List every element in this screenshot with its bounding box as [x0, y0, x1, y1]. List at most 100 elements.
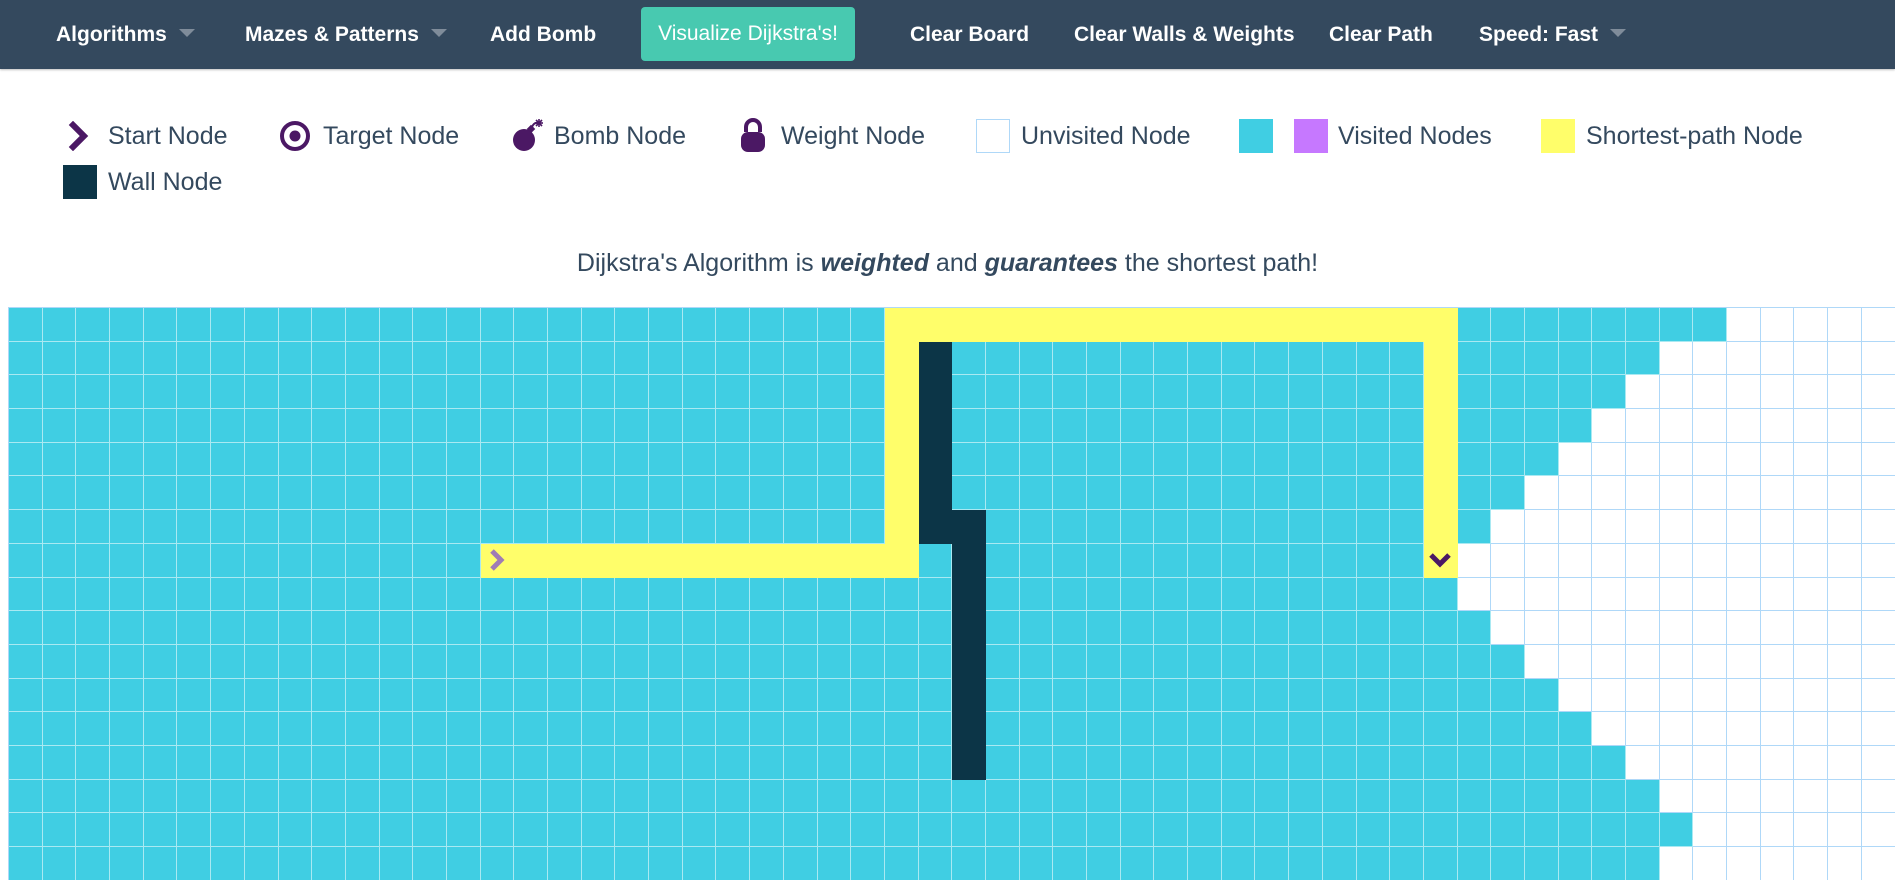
shortest-path-node[interactable]	[884, 375, 919, 410]
visited-node[interactable]	[1592, 779, 1626, 814]
wall-node[interactable]	[918, 510, 953, 544]
visited-node[interactable]	[413, 577, 447, 612]
visited-node[interactable]	[750, 712, 784, 746]
visited-node[interactable]	[851, 409, 885, 443]
grid-cell[interactable]	[1659, 712, 1694, 746]
visited-node[interactable]	[1120, 644, 1155, 679]
visited-node[interactable]	[716, 476, 751, 511]
visited-node[interactable]	[716, 308, 751, 342]
visited-node[interactable]	[1390, 611, 1424, 645]
visited-node[interactable]	[312, 644, 346, 679]
visited-node[interactable]	[379, 476, 414, 511]
visited-node[interactable]	[211, 341, 245, 376]
visited-node[interactable]	[110, 678, 144, 713]
visited-node[interactable]	[345, 611, 380, 645]
visited-node[interactable]	[783, 813, 818, 847]
visited-node[interactable]	[750, 577, 784, 612]
visited-node[interactable]	[817, 847, 852, 880]
visited-node[interactable]	[42, 577, 77, 612]
grid-cell[interactable]	[1794, 442, 1829, 477]
visited-node[interactable]	[1659, 813, 1694, 847]
visited-node[interactable]	[9, 779, 43, 814]
visited-node[interactable]	[446, 577, 481, 612]
grid-cell[interactable]	[1592, 577, 1626, 612]
clear-path-button[interactable]: Clear Path	[1329, 0, 1433, 69]
shortest-path-node[interactable]	[851, 543, 885, 578]
visited-node[interactable]	[1626, 341, 1660, 376]
visited-node[interactable]	[1053, 745, 1087, 780]
visited-node[interactable]	[581, 375, 616, 410]
visited-node[interactable]	[649, 712, 683, 746]
visited-node[interactable]	[985, 442, 1020, 477]
visited-node[interactable]	[413, 409, 447, 443]
visited-node[interactable]	[1087, 745, 1121, 780]
visited-node[interactable]	[446, 712, 481, 746]
visited-node[interactable]	[1221, 847, 1256, 880]
visited-node[interactable]	[884, 813, 919, 847]
visited-node[interactable]	[1188, 644, 1222, 679]
grid-cell[interactable]	[1828, 442, 1862, 477]
grid-cell[interactable]	[1861, 644, 1895, 679]
shortest-path-node[interactable]	[615, 543, 650, 578]
visited-node[interactable]	[985, 543, 1020, 578]
grid-cell[interactable]	[1727, 712, 1761, 746]
visited-node[interactable]	[312, 442, 346, 477]
visited-node[interactable]	[716, 644, 751, 679]
visited-node[interactable]	[1087, 678, 1121, 713]
visited-node[interactable]	[985, 476, 1020, 511]
visited-node[interactable]	[278, 644, 313, 679]
visited-node[interactable]	[278, 779, 313, 814]
visited-node[interactable]	[480, 409, 515, 443]
visited-node[interactable]	[1087, 644, 1121, 679]
visited-node[interactable]	[9, 476, 43, 511]
grid-cell[interactable]	[1491, 577, 1525, 612]
visited-node[interactable]	[244, 476, 279, 511]
wall-node[interactable]	[952, 745, 986, 780]
grid-cell[interactable]	[1693, 510, 1728, 544]
visited-node[interactable]	[1491, 476, 1525, 511]
visited-node[interactable]	[379, 644, 414, 679]
visited-node[interactable]	[682, 341, 717, 376]
grid-cell[interactable]	[1794, 644, 1829, 679]
visited-node[interactable]	[1019, 611, 1054, 645]
visited-node[interactable]	[548, 847, 582, 880]
visited-node[interactable]	[1289, 577, 1323, 612]
visited-node[interactable]	[312, 813, 346, 847]
visited-node[interactable]	[581, 813, 616, 847]
visited-node[interactable]	[514, 745, 548, 780]
visited-node[interactable]	[345, 779, 380, 814]
grid-cell[interactable]	[1828, 510, 1862, 544]
visited-node[interactable]	[1120, 577, 1155, 612]
visited-node[interactable]	[1221, 678, 1256, 713]
visited-node[interactable]	[9, 510, 43, 544]
grid-cell[interactable]	[1760, 678, 1795, 713]
grid-cell[interactable]	[1626, 476, 1660, 511]
visited-node[interactable]	[177, 813, 212, 847]
visited-node[interactable]	[413, 779, 447, 814]
visited-node[interactable]	[110, 341, 144, 376]
visited-node[interactable]	[244, 745, 279, 780]
visited-node[interactable]	[548, 779, 582, 814]
shortest-path-node[interactable]	[1423, 510, 1458, 544]
visited-node[interactable]	[1423, 644, 1458, 679]
visited-node[interactable]	[851, 308, 885, 342]
visited-node[interactable]	[783, 577, 818, 612]
visited-node[interactable]	[413, 442, 447, 477]
visited-node[interactable]	[42, 813, 77, 847]
visited-node[interactable]	[514, 847, 548, 880]
visited-node[interactable]	[1356, 611, 1391, 645]
wall-node[interactable]	[918, 442, 953, 477]
grid-cell[interactable]	[1693, 543, 1728, 578]
grid-cell[interactable]	[1828, 409, 1862, 443]
visited-node[interactable]	[9, 712, 43, 746]
visited-node[interactable]	[1558, 409, 1593, 443]
visited-node[interactable]	[682, 847, 717, 880]
grid-cell[interactable]	[1727, 476, 1761, 511]
visited-node[interactable]	[1221, 644, 1256, 679]
visited-node[interactable]	[1592, 341, 1626, 376]
visited-node[interactable]	[379, 375, 414, 410]
visited-node[interactable]	[177, 341, 212, 376]
visited-node[interactable]	[110, 375, 144, 410]
visited-node[interactable]	[1188, 510, 1222, 544]
shortest-path-node[interactable]	[985, 308, 1020, 342]
